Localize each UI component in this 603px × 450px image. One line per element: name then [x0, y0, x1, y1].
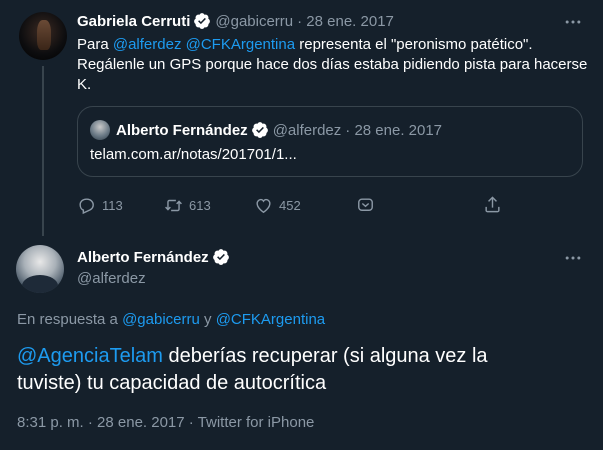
mention-link[interactable]: @CFKArgentina — [216, 311, 325, 328]
thread-connector-line — [42, 66, 44, 236]
author-handle[interactable]: @alferdez — [77, 270, 146, 287]
mention-link[interactable]: @AgenciaTelam — [17, 345, 163, 367]
quoted-tweet-card[interactable]: Alberto Fernández @alferdez · 28 ene. 20… — [77, 106, 583, 177]
reply-action[interactable]: 113 — [77, 196, 123, 215]
quoted-author-name: Alberto Fernández — [116, 121, 248, 139]
author-avatar[interactable] — [19, 12, 67, 60]
quoted-author-handle: @alferdez — [272, 121, 342, 139]
share-icon[interactable] — [483, 195, 502, 214]
tweet-text-line2: tuviste) tu capacidad de autocrítica — [17, 372, 327, 394]
verified-badge-icon — [251, 122, 268, 138]
tweet-timestamp[interactable]: 8:31 p. m. · 28 ene. 2017 · Twitter for … — [17, 414, 314, 431]
tweet-date[interactable]: · 28 ene. 2017 — [297, 13, 394, 30]
author-avatar[interactable] — [16, 245, 64, 293]
like-action[interactable]: 452 — [254, 196, 301, 215]
quoted-author-avatar — [90, 120, 110, 140]
quoted-tweet-date: · 28 ene. 2017 — [345, 121, 443, 139]
reply-context: En respuesta a @gabicerru y @CFKArgentin… — [17, 311, 325, 328]
retweet-action[interactable]: 613 — [164, 196, 211, 215]
author-name[interactable]: Gabriela Cerruti — [77, 13, 190, 30]
reply-count: 113 — [102, 198, 123, 213]
bookmark-share-icon[interactable] — [356, 196, 375, 215]
quoted-link-text[interactable]: telam.com.ar/notas/201701/1... — [90, 145, 297, 165]
more-options-icon[interactable] — [563, 12, 583, 32]
reply-context-prefix: En respuesta a — [17, 311, 123, 328]
retweet-count: 613 — [189, 198, 211, 213]
reply-icon[interactable] — [77, 196, 96, 215]
reply-context-and: y — [199, 311, 216, 328]
main-tweet-text: @AgenciaTelam deberías recuperar (si alg… — [17, 343, 587, 397]
main-tweet-header: Alberto Fernández — [77, 248, 230, 266]
avatar-figure — [37, 20, 51, 50]
tweet-text-line3: K. — [77, 76, 92, 93]
tweet-text-line1: deberías recuperar (si alguna vez la — [162, 345, 488, 367]
like-count: 452 — [279, 198, 301, 213]
mention-link[interactable]: @alferdez — [113, 36, 182, 53]
quoted-tweet-header: Alberto Fernández @alferdez · 28 ene. 20… — [90, 120, 442, 140]
mention-link[interactable]: @CFKArgentina — [186, 36, 295, 53]
more-options-icon[interactable] — [563, 248, 583, 268]
tweet-text-line1: representa el "peronismo patético". — [295, 36, 533, 53]
verified-badge-icon — [212, 249, 229, 265]
author-name[interactable]: Alberto Fernández — [77, 249, 209, 266]
verified-badge-icon — [194, 13, 211, 29]
mention-link[interactable]: @gabicerru — [122, 311, 200, 328]
author-handle[interactable]: @gabicerru — [215, 13, 293, 30]
parent-tweet-text: Para @alferdez @CFKArgentina representa … — [77, 35, 588, 95]
heart-icon[interactable] — [254, 196, 273, 215]
tweet-text-prefix: Para — [77, 36, 113, 53]
parent-tweet-header: Gabriela Cerruti @gabicerru · 28 ene. 20… — [77, 12, 394, 30]
avatar-figure — [22, 275, 58, 293]
retweet-icon[interactable] — [164, 196, 183, 215]
tweet-text-line2: Regálenle un GPS porque hace dos días es… — [77, 56, 588, 73]
